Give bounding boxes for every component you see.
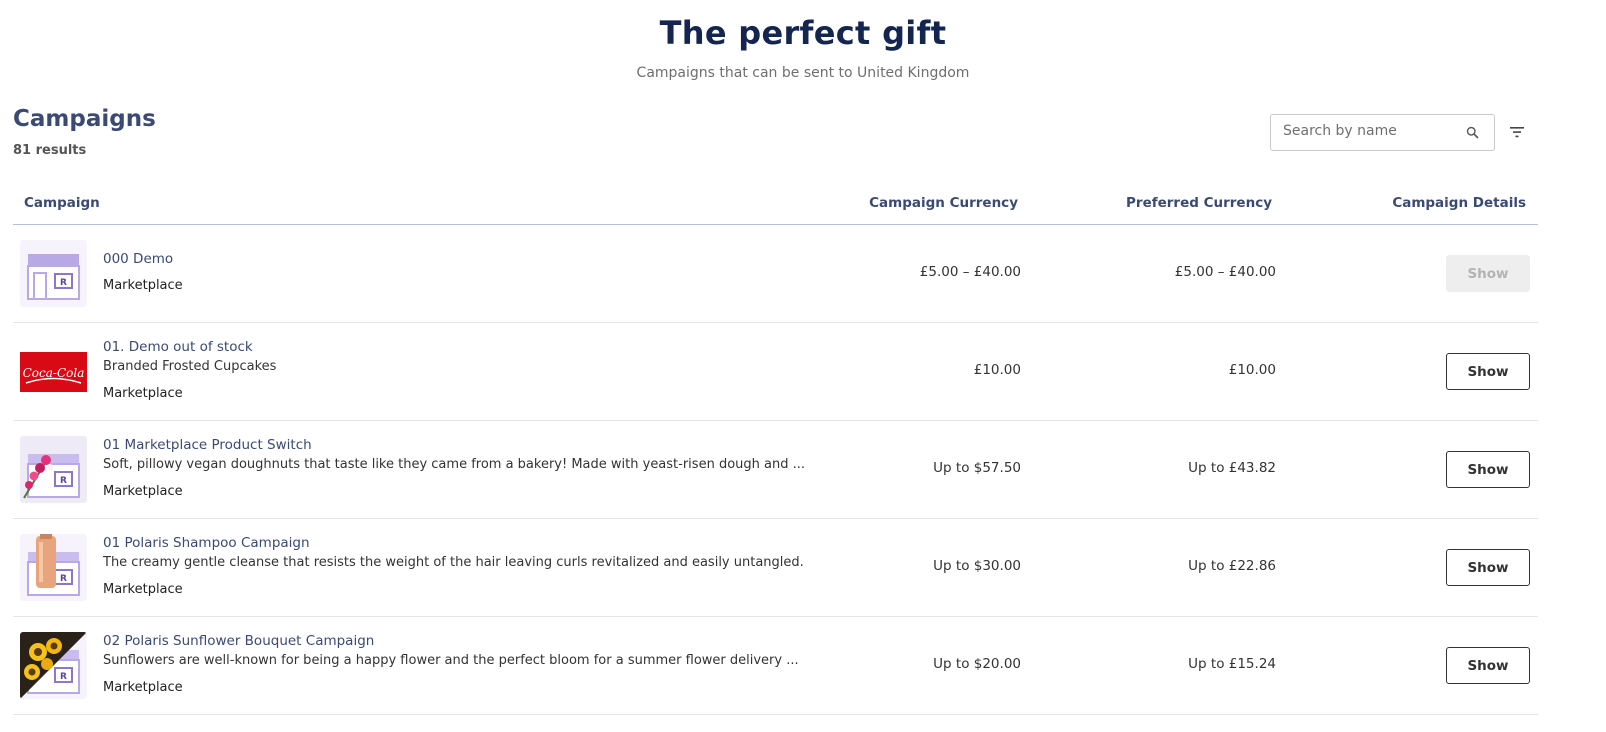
search-input[interactable] [1283, 123, 1458, 139]
search-icon[interactable] [1465, 125, 1480, 140]
table-row: R 02 Polaris Sunflower Bouquet Campaign … [13, 617, 1538, 715]
preferred-currency: Up to £43.82 [1188, 460, 1276, 476]
campaign-thumbnail: Coca-Cola [20, 338, 87, 405]
search-box[interactable] [1270, 114, 1495, 151]
campaign-currency: Up to $20.00 [933, 656, 1021, 672]
table-row: R 01 Polaris Shampoo Campaign The creamy… [13, 519, 1538, 617]
flowers-store-icon: R [20, 436, 87, 503]
campaign-type: Marketplace [103, 386, 183, 401]
section-title: Campaigns [13, 106, 156, 132]
column-header-campaign-currency[interactable]: Campaign Currency [869, 195, 1018, 211]
show-button[interactable]: Show [1446, 549, 1530, 586]
column-header-preferred-currency[interactable]: Preferred Currency [1126, 195, 1272, 211]
campaign-thumbnail: R [20, 632, 87, 699]
table-header: Campaign Campaign Currency Preferred Cur… [13, 188, 1538, 225]
campaign-thumbnail: R [20, 436, 87, 503]
campaign-currency: £10.00 [973, 362, 1021, 378]
campaign-currency: Up to $57.50 [933, 460, 1021, 476]
campaign-name-link[interactable]: 01 Polaris Shampoo Campaign [103, 535, 310, 551]
show-button[interactable]: Show [1446, 647, 1530, 684]
page-subtitle: Campaigns that can be sent to United Kin… [636, 65, 970, 81]
campaign-type: Marketplace [103, 680, 183, 695]
campaign-name-link[interactable]: 000 Demo [103, 251, 173, 267]
coca-cola-logo: Coca-Cola [20, 338, 87, 405]
table-row: R 000 Demo Marketplace £5.00 – £40.00 £5… [13, 225, 1538, 323]
preferred-currency: £5.00 – £40.00 [1174, 264, 1276, 280]
page-title: The perfect gift [659, 14, 947, 52]
campaign-type: Marketplace [103, 484, 183, 499]
svg-text:R: R [60, 574, 67, 584]
table-row: R 01 Marketplace Product Switch Soft, pi… [13, 421, 1538, 519]
sunflower-store-icon: R [20, 632, 87, 699]
show-button[interactable]: Show [1446, 451, 1530, 488]
campaign-name-link[interactable]: 01. Demo out of stock [103, 339, 253, 355]
svg-text:R: R [60, 672, 67, 682]
column-header-campaign[interactable]: Campaign [24, 195, 100, 211]
campaign-name-link[interactable]: 02 Polaris Sunflower Bouquet Campaign [103, 633, 374, 649]
campaign-thumbnail: R [20, 534, 87, 601]
preferred-currency: Up to £15.24 [1188, 656, 1276, 672]
shampoo-store-icon: R [20, 534, 87, 601]
campaign-currency: £5.00 – £40.00 [919, 264, 1021, 280]
store-icon: R [20, 240, 87, 307]
campaign-description: Branded Frosted Cupcakes [103, 359, 277, 374]
show-button[interactable]: Show [1446, 255, 1530, 292]
campaign-type: Marketplace [103, 278, 183, 293]
campaign-currency: Up to $30.00 [933, 558, 1021, 574]
campaign-description: Sunflowers are well-known for being a ha… [103, 653, 799, 668]
column-header-campaign-details: Campaign Details [1392, 195, 1526, 211]
campaign-description: Soft, pillowy vegan doughnuts that taste… [103, 457, 805, 472]
campaign-thumbnail: R [20, 240, 87, 307]
campaign-name-link[interactable]: 01 Marketplace Product Switch [103, 437, 312, 453]
svg-text:R: R [60, 476, 67, 486]
filter-icon[interactable] [1508, 124, 1526, 140]
show-button[interactable]: Show [1446, 353, 1530, 390]
preferred-currency: £10.00 [1228, 362, 1276, 378]
svg-text:R: R [60, 278, 67, 288]
campaign-type: Marketplace [103, 582, 183, 597]
table-row: Coca-Cola 01. Demo out of stock Branded … [13, 323, 1538, 421]
preferred-currency: Up to £22.86 [1188, 558, 1276, 574]
campaign-description: The creamy gentle cleanse that resists t… [103, 555, 804, 570]
results-count: 81 results [13, 143, 87, 158]
